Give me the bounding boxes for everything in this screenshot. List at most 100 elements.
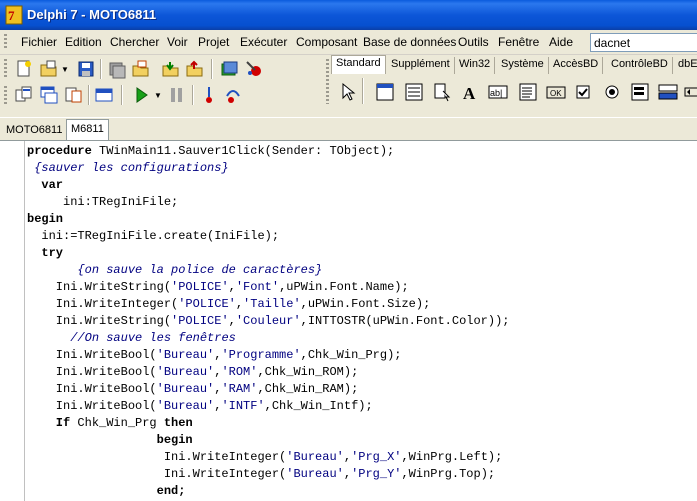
code-token: ,: [235, 297, 244, 311]
menu-fichier[interactable]: Fichier: [21, 35, 57, 49]
save-button[interactable]: [75, 58, 97, 80]
code-token: Chk_Win_Prg: [70, 416, 164, 430]
tab-systeme[interactable]: Système: [497, 57, 549, 74]
code-token: procedure: [27, 144, 92, 158]
code-line: //On sauve les fenêtres: [27, 330, 510, 347]
menu-chercher[interactable]: Chercher: [110, 35, 159, 49]
tab-supplement[interactable]: Supplément: [387, 57, 455, 74]
toolbar-grip[interactable]: [4, 59, 7, 77]
save-all-button[interactable]: [106, 58, 128, 80]
menu-projet[interactable]: Projet: [198, 35, 229, 49]
code-token: {on sauve la police de caractères}: [77, 263, 323, 277]
open-button[interactable]: [38, 58, 60, 80]
chevron-down-icon[interactable]: ▼: [154, 91, 162, 100]
code-line: Ini.WriteString('POLICE','Couleur',INTTO…: [27, 313, 510, 330]
code-token: 'Taille': [243, 297, 301, 311]
code-line: {sauver les configurations}: [27, 160, 510, 177]
code-line: var: [27, 177, 510, 194]
pointer-icon: [342, 82, 356, 101]
component-edit[interactable]: ab|: [487, 81, 509, 103]
menu-executer[interactable]: Exécuter: [240, 35, 287, 49]
button-icon: OK: [546, 86, 566, 99]
code-token: 'ROM': [221, 365, 258, 379]
component-frame[interactable]: [374, 81, 396, 103]
trace-into-button[interactable]: [198, 84, 220, 106]
tab-standard[interactable]: Standard: [331, 55, 386, 74]
code-token: ,Chk_Win_Prg);: [300, 348, 402, 362]
code-line: Ini.WriteBool('Bureau','INTF',Chk_Win_In…: [27, 398, 510, 415]
code-token: Ini.WriteBool(: [27, 365, 157, 379]
view-unit-icon: [15, 86, 32, 102]
code-line: Ini.WriteBool('Bureau','RAM',Chk_Win_RAM…: [27, 381, 510, 398]
menu-grip[interactable]: [4, 34, 7, 50]
step-over-button[interactable]: [222, 84, 244, 106]
component-radiobutton[interactable]: [601, 81, 623, 103]
tab-dbexpress[interactable]: dbE: [674, 57, 697, 74]
code-token: ,WinPrg.Left);: [401, 450, 503, 464]
menu-outils[interactable]: Outils: [458, 35, 489, 49]
code-token: begin: [27, 212, 64, 226]
code-token: 'Programme': [221, 348, 301, 362]
open-project-button[interactable]: [130, 58, 152, 80]
code-line: try: [27, 245, 510, 262]
toolbar-grip[interactable]: [4, 86, 7, 104]
component-label[interactable]: A: [459, 81, 481, 103]
code-token: Ini.WriteString(: [27, 314, 172, 328]
menu-edition[interactable]: Edition: [65, 35, 102, 49]
component-mainmenu[interactable]: [403, 81, 425, 103]
code-token: 'POLICE': [171, 314, 229, 328]
code-token: {sauver les configurations}: [34, 161, 229, 175]
pointer-button[interactable]: [336, 81, 358, 103]
menu-fenetre[interactable]: Fenêtre: [498, 35, 539, 49]
code-editor[interactable]: procedure TWinMain11.Sauver1Click(Sender…: [0, 140, 697, 501]
editor-gutter[interactable]: [0, 141, 25, 501]
title-bar[interactable]: 7 Delphi 7 - MOTO6811: [0, 0, 697, 30]
debug-button[interactable]: [243, 58, 265, 80]
component-button[interactable]: OK: [545, 81, 567, 103]
tab-moto6811[interactable]: MOTO6811: [2, 121, 66, 140]
svg-text:7: 7: [8, 8, 15, 23]
tab-accesbd[interactable]: AccèsBD: [549, 57, 604, 74]
code-token: 'Bureau': [156, 399, 215, 413]
help-button[interactable]: [218, 58, 240, 80]
tab-controlebd[interactable]: ContrôleBD: [607, 57, 673, 74]
code-token: 'POLICE': [178, 297, 236, 311]
palette-grip[interactable]: [326, 59, 329, 104]
toolbar-separator: [88, 85, 90, 105]
tab-win32[interactable]: Win32: [455, 57, 496, 74]
search-input[interactable]: [590, 33, 697, 52]
component-memo[interactable]: [517, 81, 539, 103]
debug-icon: [246, 61, 261, 76]
view-form-button[interactable]: [38, 84, 60, 106]
code-token: ,Chk_Win_RAM);: [257, 382, 359, 396]
toggle-form-unit-button[interactable]: [62, 84, 84, 106]
new-form-button[interactable]: [93, 84, 115, 106]
new-icon: [17, 60, 31, 77]
component-popupmenu[interactable]: [431, 81, 453, 103]
code-token: 'Couleur': [235, 314, 301, 328]
component-scrollbar[interactable]: [683, 81, 697, 103]
add-file-button[interactable]: [160, 58, 182, 80]
trace-into-icon: [206, 87, 212, 103]
code-token: try: [27, 246, 64, 260]
code-token: ini:=TRegIniFile.create(IniFile);: [27, 229, 280, 243]
code-token: ,Chk_Win_ROM);: [257, 365, 359, 379]
remove-file-button[interactable]: [184, 58, 206, 80]
menu-base-de-donnees[interactable]: Base de données: [363, 35, 456, 49]
component-checkbox[interactable]: [573, 81, 595, 103]
code-token: var: [27, 178, 64, 192]
code-line: Ini.WriteInteger('Bureau','Prg_Y',WinPrg…: [27, 466, 510, 483]
menu-aide[interactable]: Aide: [549, 35, 573, 49]
code-line: Ini.WriteBool('Bureau','Programme',Chk_W…: [27, 347, 510, 364]
view-unit-button[interactable]: [13, 84, 35, 106]
new-button[interactable]: [13, 58, 35, 80]
tab-m6811[interactable]: M6811: [66, 119, 109, 141]
pause-button[interactable]: [166, 84, 188, 106]
component-combobox[interactable]: [657, 81, 679, 103]
menu-composant[interactable]: Composant: [296, 35, 357, 49]
component-listbox[interactable]: [629, 81, 651, 103]
code-token: then: [163, 416, 193, 430]
chevron-down-icon[interactable]: ▼: [61, 65, 69, 74]
menu-voir[interactable]: Voir: [167, 35, 188, 49]
run-button[interactable]: [130, 84, 152, 106]
